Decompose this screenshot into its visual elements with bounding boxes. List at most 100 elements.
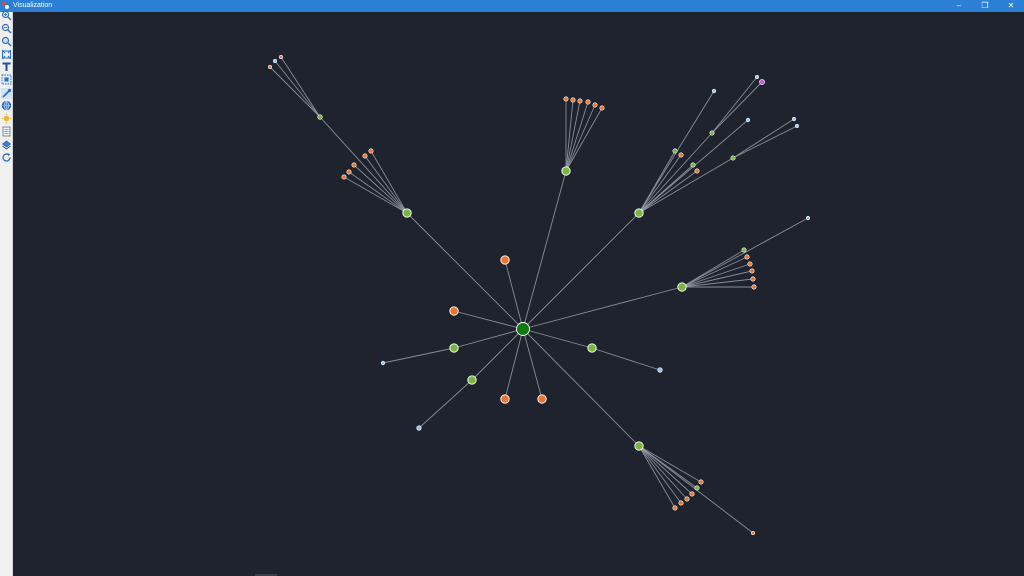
restore-button[interactable]: ❐ xyxy=(972,0,998,12)
graph-node[interactable] xyxy=(730,155,736,161)
graph-edge xyxy=(681,217,809,288)
graph-edge xyxy=(681,256,748,288)
vertical-toolbar xyxy=(0,10,13,576)
graph-node[interactable] xyxy=(500,255,510,265)
graph-node[interactable] xyxy=(759,79,765,85)
graph-edge xyxy=(382,347,455,364)
zoom-out-button[interactable] xyxy=(1,23,12,34)
graph-node[interactable] xyxy=(744,254,750,260)
pointer-tool-button[interactable] xyxy=(1,88,12,99)
zoom-in-button[interactable] xyxy=(1,10,12,21)
close-button[interactable]: ✕ xyxy=(998,0,1024,12)
graph-node[interactable] xyxy=(317,114,323,120)
refresh-button[interactable] xyxy=(1,152,12,163)
graph-node[interactable] xyxy=(346,169,352,175)
minimize-button[interactable]: – xyxy=(946,0,972,12)
zoom-in-icon xyxy=(1,10,12,21)
graph-node[interactable] xyxy=(467,375,477,385)
graph-node[interactable] xyxy=(537,394,547,404)
fit-view-button[interactable] xyxy=(1,49,12,60)
graph-node[interactable] xyxy=(751,284,757,290)
title-bar: Visualization – ❐ ✕ xyxy=(0,0,1024,12)
graph-node[interactable] xyxy=(272,58,277,63)
graph-edge xyxy=(522,328,543,400)
graph-node[interactable] xyxy=(677,282,687,292)
zoom-out-icon xyxy=(1,23,12,34)
graph-node[interactable] xyxy=(791,117,796,122)
graph-node[interactable] xyxy=(599,105,605,111)
graph-node[interactable] xyxy=(678,152,684,158)
graph-node[interactable] xyxy=(587,343,597,353)
graph-node[interactable] xyxy=(750,530,755,535)
graph-node[interactable] xyxy=(592,102,598,108)
graph-edge xyxy=(522,328,593,349)
graph-node[interactable] xyxy=(741,247,747,253)
graph-edge xyxy=(638,154,682,214)
graph-edge xyxy=(565,104,596,172)
graph-hub-node[interactable] xyxy=(516,322,530,336)
graph-edge xyxy=(280,56,321,118)
graph-node[interactable] xyxy=(449,306,459,316)
refresh-icon xyxy=(2,153,11,162)
graph-node[interactable] xyxy=(561,166,571,176)
graph-node[interactable] xyxy=(416,425,422,431)
sun-button[interactable] xyxy=(1,113,12,124)
graph-edge xyxy=(638,445,682,504)
graph-node[interactable] xyxy=(368,148,374,154)
graph-node[interactable] xyxy=(577,98,583,104)
graph-node[interactable] xyxy=(689,491,695,497)
graph-edge xyxy=(638,445,702,483)
graph-node[interactable] xyxy=(563,96,569,102)
export-button[interactable] xyxy=(1,139,12,150)
graph-node[interactable] xyxy=(570,97,576,103)
graph-node[interactable] xyxy=(754,74,759,79)
graph-nodes xyxy=(268,54,811,535)
pointer-tool-icon xyxy=(2,88,12,98)
graph-node[interactable] xyxy=(749,268,755,274)
graph-node[interactable] xyxy=(711,88,717,94)
graph-edges xyxy=(269,56,809,534)
page-button[interactable] xyxy=(1,126,12,137)
app-icon xyxy=(2,2,10,10)
graph-edge xyxy=(591,347,661,371)
zoom-reset-button[interactable] xyxy=(1,36,12,47)
graph-node[interactable] xyxy=(585,99,591,105)
graph-node[interactable] xyxy=(380,360,386,366)
graph-node[interactable] xyxy=(657,367,663,373)
graph-edge xyxy=(522,286,683,330)
graph-node[interactable] xyxy=(672,505,678,511)
select-area-button[interactable] xyxy=(1,74,12,85)
graph-node[interactable] xyxy=(278,54,283,59)
graph-node[interactable] xyxy=(747,261,753,267)
graph-node[interactable] xyxy=(268,64,273,69)
export-icon xyxy=(2,140,11,150)
graph-edge xyxy=(638,445,688,500)
graph-node[interactable] xyxy=(678,500,684,506)
graph-node[interactable] xyxy=(805,215,811,221)
zoom-reset-icon xyxy=(1,36,12,47)
graph-node[interactable] xyxy=(794,124,799,129)
graph-node[interactable] xyxy=(362,153,368,159)
graph-node[interactable] xyxy=(634,208,644,218)
graph-node[interactable] xyxy=(709,130,715,136)
graph-node[interactable] xyxy=(672,148,678,154)
globe-button[interactable] xyxy=(1,100,12,111)
text-tool-button[interactable] xyxy=(1,61,12,72)
graph-canvas[interactable] xyxy=(13,12,1024,576)
graph-node[interactable] xyxy=(750,276,756,282)
graph-edge xyxy=(364,155,408,214)
graph-node[interactable] xyxy=(449,343,459,353)
graph-node[interactable] xyxy=(690,162,696,168)
graph-node[interactable] xyxy=(351,162,357,168)
graph-node[interactable] xyxy=(698,479,704,485)
graph-node[interactable] xyxy=(684,496,690,502)
graph-edge xyxy=(471,328,524,381)
graph-node[interactable] xyxy=(745,117,751,123)
graph-node[interactable] xyxy=(402,208,412,218)
graph-node[interactable] xyxy=(634,441,644,451)
sun-icon xyxy=(1,113,12,124)
graph-node[interactable] xyxy=(694,485,700,491)
graph-node[interactable] xyxy=(341,174,347,180)
graph-node[interactable] xyxy=(694,168,700,174)
graph-node[interactable] xyxy=(500,394,510,404)
